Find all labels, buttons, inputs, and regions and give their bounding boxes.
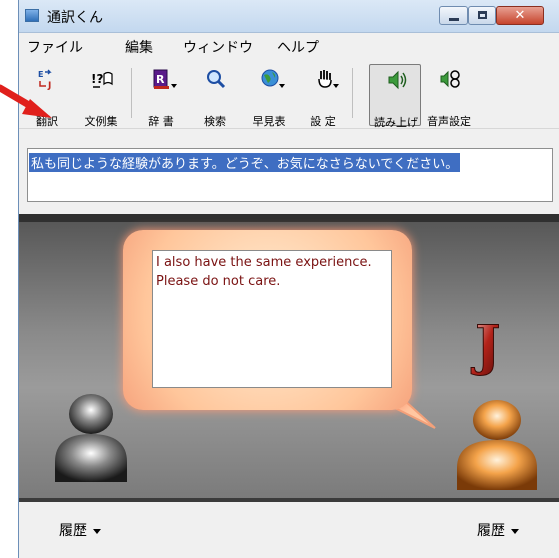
voice-settings-button[interactable]: 音声設定 [423, 64, 475, 128]
search-button[interactable]: 検索 [189, 64, 241, 128]
minimize-icon [449, 18, 459, 21]
translate-label: 翻訳 [36, 115, 58, 128]
history-left-dropdown[interactable]: 履歴 [59, 520, 101, 540]
history-right-label: 履歴 [477, 523, 505, 539]
translate-icon: E J [38, 69, 52, 90]
maximize-button[interactable] [468, 6, 496, 25]
quick-reference-label: 早見表 [252, 115, 286, 128]
svg-text:J: J [47, 81, 51, 90]
read-aloud-label: 読み上げ [374, 116, 418, 129]
translation-output[interactable]: I also have the same experience. Please … [152, 250, 392, 388]
chevron-down-icon [511, 528, 519, 534]
globe-icon [261, 69, 279, 87]
source-text-input[interactable]: 私も同じような経験があります。どうぞ、お気になさらないでください。 [27, 148, 553, 202]
right-user-figure [457, 400, 537, 490]
translation-stage: J I also have the same experience. Pleas… [19, 214, 559, 502]
dictionary-icon: R [153, 69, 169, 89]
quick-reference-dropdown-icon [279, 84, 285, 88]
close-icon: ✕ [514, 8, 526, 23]
svg-text:R: R [156, 73, 165, 86]
voice-settings-icon [440, 70, 460, 88]
toolbar-separator [131, 68, 132, 118]
dictionary-dropdown-icon [171, 84, 177, 88]
speaker-icon [388, 70, 407, 90]
read-aloud-button[interactable]: 読み上げ [369, 64, 421, 129]
toolbar: E J 翻訳 !? 文例集 R 辞 書 検索 早見表 設 定 読み上げ 音声設定 [19, 58, 559, 129]
examples-button[interactable]: !? 文例集 [75, 64, 127, 128]
chevron-down-icon [93, 528, 101, 534]
svg-text:E: E [38, 70, 43, 79]
dictionary-label: 辞 書 [148, 115, 174, 128]
menu-help[interactable]: ヘルプ [277, 37, 319, 57]
window-title: 通訳くん [47, 10, 103, 26]
settings-icon [318, 70, 332, 88]
voice-settings-label: 音声設定 [427, 115, 471, 128]
menu-edit[interactable]: 編集 [125, 37, 153, 57]
toolbar-separator [352, 68, 353, 118]
quick-reference-button[interactable]: 早見表 [243, 64, 295, 128]
settings-button[interactable]: 設 定 [297, 64, 349, 128]
dictionary-button[interactable]: R 辞 書 [135, 64, 187, 128]
close-button[interactable]: ✕ [496, 6, 544, 25]
settings-label: 設 定 [310, 115, 336, 128]
search-icon [207, 70, 226, 89]
menu-file[interactable]: ファイル [27, 37, 83, 57]
minimize-button[interactable] [439, 6, 468, 25]
examples-label: 文例集 [84, 115, 118, 128]
history-right-dropdown[interactable]: 履歴 [477, 520, 519, 540]
menu-window[interactable]: ウィンドウ [183, 37, 253, 57]
translation-text: I also have the same experience. Please … [156, 255, 372, 289]
settings-dropdown-icon [333, 84, 339, 88]
app-icon [25, 9, 39, 22]
app-window: 通訳くん ✕ ファイル 編集 ウィンドウ ヘルプ E J 翻訳 !? 文例集 R… [18, 0, 559, 558]
maximize-icon [478, 11, 487, 19]
translate-button[interactable]: E J 翻訳 [21, 64, 73, 128]
menu-bar: ファイル 編集 ウィンドウ ヘルプ [19, 33, 559, 57]
search-label: 検索 [204, 115, 226, 128]
source-text: 私も同じような経験があります。どうぞ、お気になさらないでください。 [29, 153, 461, 172]
history-left-label: 履歴 [59, 523, 87, 539]
left-user-figure [55, 394, 127, 482]
title-bar[interactable]: 通訳くん ✕ [19, 0, 559, 33]
svg-text:!?: !? [91, 72, 103, 86]
examples-icon: !? [91, 71, 113, 88]
j-language-icon: J [471, 313, 501, 377]
